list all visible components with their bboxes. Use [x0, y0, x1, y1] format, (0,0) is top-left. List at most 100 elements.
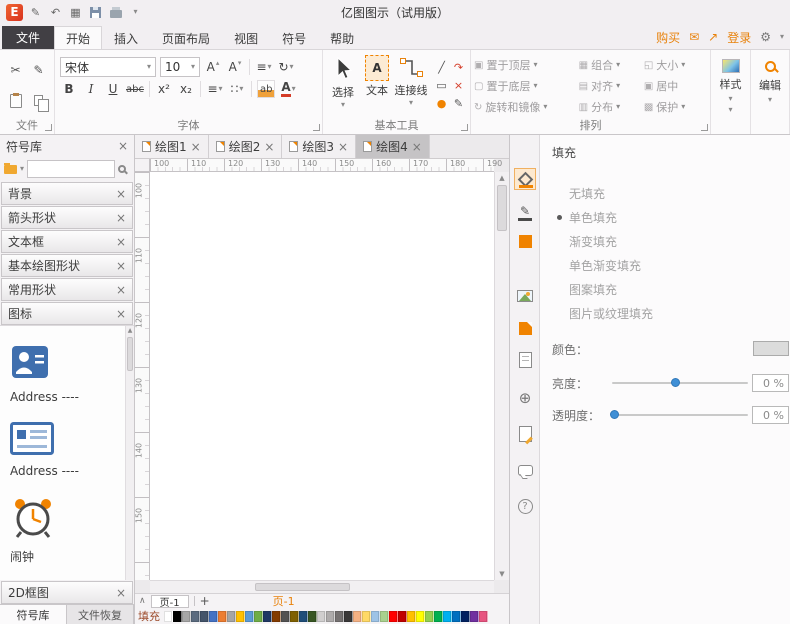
center-button[interactable]: ▣居中 — [644, 78, 707, 94]
shape-format-button[interactable] — [514, 317, 536, 339]
rectangle-tool-button[interactable]: ▭ — [436, 79, 446, 92]
palette-swatch[interactable] — [443, 611, 452, 622]
size-button[interactable]: ◱大小▾ — [644, 57, 707, 73]
palette-swatch[interactable] — [290, 611, 299, 622]
feedback-icon[interactable]: ✉ — [689, 30, 699, 44]
category-background[interactable]: 背景× — [1, 182, 133, 205]
caret-down-icon[interactable]: ▾ — [20, 165, 24, 173]
add-page-button[interactable]: + — [200, 595, 210, 607]
slider-thumb[interactable] — [671, 378, 680, 387]
tab-insert[interactable]: 插入 — [102, 26, 150, 49]
palette-swatch[interactable] — [407, 611, 416, 622]
brightness-slider[interactable] — [612, 382, 748, 384]
symbol-alarm-clock[interactable]: 闹钟 — [10, 494, 56, 565]
fill-tool-button[interactable] — [514, 168, 536, 190]
close-icon[interactable]: × — [116, 236, 126, 248]
text-direction-button[interactable]: ↻▾ — [277, 58, 295, 76]
note-button[interactable] — [514, 423, 536, 445]
palette-swatch[interactable] — [389, 611, 398, 622]
page-nav-icon[interactable]: ∧ — [139, 596, 146, 606]
tab-file-recovery[interactable]: 文件恢复 — [67, 605, 134, 624]
close-icon[interactable]: × — [116, 188, 126, 200]
symbol-address-card[interactable]: Address ---- — [10, 342, 79, 404]
font-color-button[interactable]: A▾ — [279, 80, 297, 98]
increase-font-size-button[interactable]: A▴ — [204, 58, 222, 76]
caret-down-icon[interactable]: ▾ — [780, 33, 784, 41]
quick-access-dropdown[interactable]: ▾ — [128, 4, 143, 20]
palette-swatch[interactable] — [236, 611, 245, 622]
delete-point-tool-button[interactable]: × — [454, 79, 463, 92]
palette-swatch[interactable] — [218, 611, 227, 622]
dialog-launcher-icon[interactable] — [313, 124, 320, 131]
arc-tool-button[interactable]: ↷ — [454, 61, 463, 74]
option-solid-fill[interactable]: 单色填充 — [540, 205, 790, 229]
ribbon-group-edit[interactable]: 编辑 ▾ — [751, 50, 790, 134]
app-logo[interactable]: E — [6, 4, 23, 21]
new-document-button[interactable]: ▦ — [68, 4, 83, 20]
palette-swatch[interactable] — [353, 611, 362, 622]
hyperlink-button[interactable]: ⊕ — [514, 387, 536, 409]
scrollbar-thumb[interactable] — [497, 185, 507, 231]
palette-swatch[interactable] — [245, 611, 254, 622]
file-menu-button[interactable]: 文件 — [2, 26, 54, 49]
palette-swatch[interactable] — [227, 611, 236, 622]
palette-swatch[interactable] — [254, 611, 263, 622]
category-basic-drawing-shapes[interactable]: 基本绘图形状× — [1, 254, 133, 277]
drawing-page[interactable] — [150, 172, 494, 580]
palette-swatch[interactable] — [380, 611, 389, 622]
scroll-up-icon[interactable]: ▲ — [126, 326, 134, 336]
subscript-button[interactable]: x₂ — [177, 80, 195, 98]
category-2d-block[interactable]: 2D框图× — [1, 581, 133, 604]
send-to-back-button[interactable]: ▢置于底层▾ — [474, 78, 577, 94]
scrollbar-thumb[interactable] — [127, 337, 133, 371]
close-icon[interactable]: × — [118, 140, 128, 152]
buy-button[interactable]: 购买 — [656, 29, 680, 46]
copy-button[interactable] — [34, 95, 43, 106]
palette-swatch[interactable] — [308, 611, 317, 622]
symbol-address-id[interactable]: Address ---- — [10, 422, 79, 478]
palette-swatch[interactable] — [263, 611, 272, 622]
connector-tool[interactable]: 连接线 ▾ — [394, 55, 428, 118]
document-tab-drawing2[interactable]: 绘图2 × — [209, 135, 283, 158]
format-painter-button[interactable]: ✎ — [33, 63, 43, 77]
print-button[interactable] — [108, 4, 123, 20]
close-icon[interactable]: × — [338, 141, 348, 153]
library-folder-icon[interactable] — [4, 165, 17, 174]
close-icon[interactable]: × — [116, 308, 126, 320]
line-spacing-button[interactable]: ≡▾ — [206, 80, 224, 98]
text-tool[interactable]: A 文本 — [360, 55, 394, 118]
horizontal-scrollbar[interactable] — [150, 580, 494, 593]
save-button[interactable] — [88, 4, 103, 20]
document-tab-drawing4[interactable]: 绘图4 × — [356, 135, 430, 158]
document-tab-drawing3[interactable]: 绘图3 × — [282, 135, 356, 158]
close-icon[interactable]: × — [264, 141, 274, 153]
palette-swatch[interactable] — [362, 611, 371, 622]
palette-swatch[interactable] — [461, 611, 470, 622]
palette-swatch[interactable] — [416, 611, 425, 622]
quick-color-button[interactable] — [514, 230, 536, 252]
text-align-button[interactable]: ≡▾ — [255, 58, 273, 76]
palette-swatch[interactable] — [209, 611, 218, 622]
palette-swatch[interactable] — [434, 611, 443, 622]
opacity-slider[interactable] — [612, 414, 748, 416]
tab-symbols[interactable]: 符号 — [270, 26, 318, 49]
settings-gear-icon[interactable]: ⚙ — [760, 30, 771, 44]
symbol-search-input[interactable] — [27, 160, 115, 178]
comment-button[interactable] — [514, 459, 536, 481]
decrease-font-size-button[interactable]: A▾ — [226, 58, 244, 76]
line-style-button[interactable]: ✎ — [514, 200, 536, 222]
strikethrough-button[interactable]: abc — [126, 80, 144, 98]
font-size-select[interactable]: 10 ▾ — [160, 57, 200, 77]
option-no-fill[interactable]: 无填充 — [540, 181, 790, 205]
bullet-list-button[interactable]: ∷▾ — [228, 80, 246, 98]
tab-page-layout[interactable]: 页面布局 — [150, 26, 222, 49]
palette-swatch[interactable] — [164, 611, 173, 622]
palette-swatch[interactable] — [326, 611, 335, 622]
vertical-scrollbar[interactable]: ▲ ▼ — [494, 172, 509, 580]
palette-swatch[interactable] — [470, 611, 479, 622]
palette-swatch[interactable] — [281, 611, 290, 622]
brightness-value[interactable]: 0 % — [752, 374, 789, 392]
share-icon[interactable]: ↗ — [708, 30, 718, 44]
palette-swatch[interactable] — [200, 611, 209, 622]
superscript-button[interactable]: x² — [155, 80, 173, 98]
